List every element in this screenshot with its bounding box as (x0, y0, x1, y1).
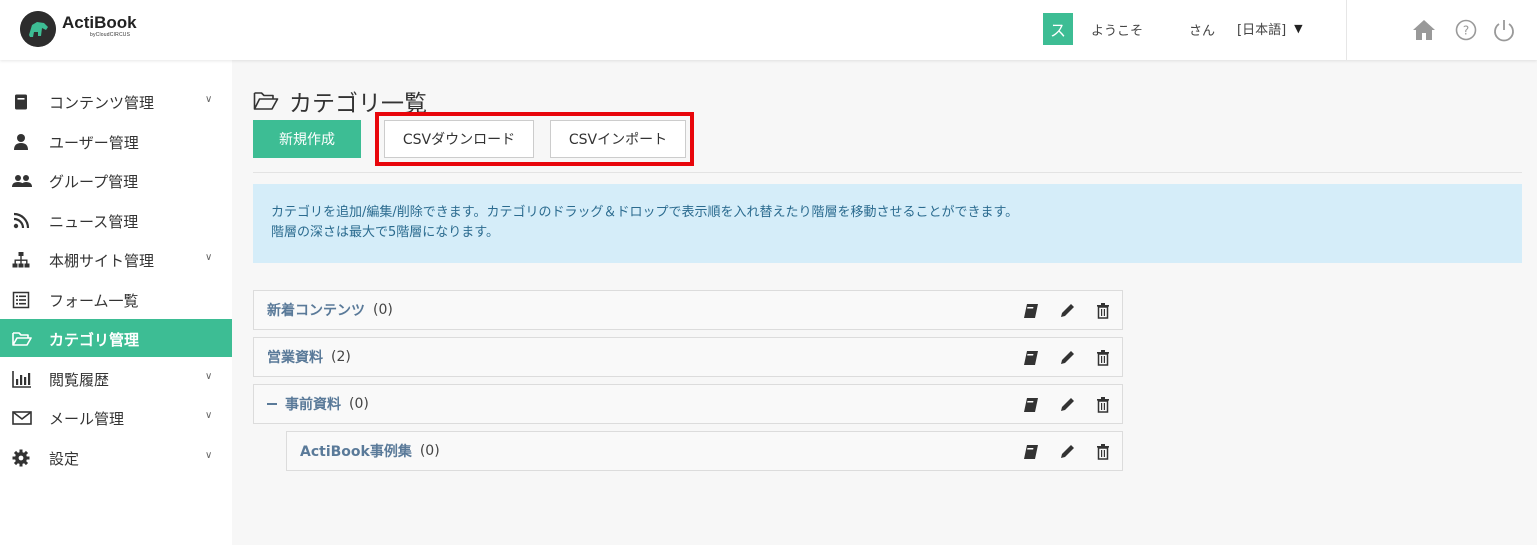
app-logo[interactable]: ActiBook byCloudCIRCUS (20, 11, 137, 47)
sidebar-item-settings[interactable]: 設定 ∨ (0, 438, 232, 476)
category-count: (0) (419, 443, 440, 459)
delete-icon[interactable] (1094, 302, 1112, 320)
app-subtitle: byCloudCIRCUS (90, 32, 131, 38)
divider (253, 172, 1522, 173)
sidebar-item-bookshelf-site[interactable]: 本棚サイト管理 ∨ (0, 240, 232, 278)
sidebar-item-label: 本棚サイト管理 (49, 252, 155, 270)
sidebar-item-label: コンテンツ管理 (49, 94, 155, 112)
sidebar-item-groups[interactable]: グループ管理 (0, 161, 232, 199)
sidebar-item-label: メール管理 (49, 410, 125, 428)
contents-icon[interactable] (1022, 443, 1040, 461)
sidebar-item-mail[interactable]: メール管理 ∨ (0, 398, 232, 436)
sidebar-item-label: グループ管理 (49, 173, 139, 191)
sidebar-item-view-history[interactable]: 閲覧履歴 ∨ (0, 359, 232, 397)
edit-icon[interactable] (1058, 443, 1076, 461)
chevron-down-icon: ∨ (205, 94, 213, 105)
sidebar-item-categories[interactable]: カテゴリ管理 (0, 319, 232, 357)
book-icon (12, 93, 30, 111)
collapse-icon[interactable] (267, 403, 277, 405)
sidebar-item-label: ニュース管理 (49, 213, 139, 231)
welcome-text: ようこそ (1091, 24, 1144, 39)
contents-icon[interactable] (1022, 349, 1040, 367)
chevron-down-icon: ∨ (205, 252, 213, 263)
language-label: [日本語] (1237, 23, 1287, 38)
help-icon[interactable]: ? (1453, 17, 1479, 43)
chevron-down-icon: ∨ (205, 450, 213, 461)
sidebar-item-news[interactable]: ニュース管理 (0, 201, 232, 239)
category-row[interactable]: 新着コンテンツ (0) (253, 290, 1123, 330)
chevron-down-icon: ∨ (205, 410, 213, 421)
contents-icon[interactable] (1022, 396, 1040, 414)
delete-icon[interactable] (1094, 443, 1112, 461)
sidebar-item-label: 設定 (49, 450, 80, 468)
gear-icon (12, 449, 30, 467)
category-row-child[interactable]: ActiBook事例集 (0) (286, 431, 1123, 471)
info-line: カテゴリを追加/編集/削除できます。カテゴリのドラッグ＆ドロップで表示順を入れ替… (271, 205, 1019, 220)
home-icon[interactable] (1411, 17, 1437, 43)
info-line: 階層の深さは最大で5階層になります。 (271, 225, 499, 240)
app-name: ActiBook (62, 13, 137, 32)
category-name[interactable]: 事前資料 (285, 394, 341, 414)
sidebar-item-users[interactable]: ユーザー管理 (0, 122, 232, 160)
language-selector[interactable]: [日本語] ▼ (1237, 19, 1303, 38)
category-name[interactable]: 新着コンテンツ (267, 300, 365, 320)
delete-icon[interactable] (1094, 396, 1112, 414)
delete-icon[interactable] (1094, 349, 1112, 367)
sidebar-item-label: フォーム一覧 (49, 292, 139, 310)
info-message: カテゴリを追加/編集/削除できます。カテゴリのドラッグ＆ドロップで表示順を入れ替… (253, 184, 1522, 263)
category-row[interactable]: 事前資料 (0) (253, 384, 1123, 424)
top-header: ActiBook byCloudCIRCUS ス ようこそ さん [日本語] ▼… (0, 0, 1537, 60)
form-icon (12, 291, 30, 309)
sidebar: コンテンツ管理 ∨ ユーザー管理 グループ管理 ニュース管理 本棚サイト管理 ∨… (0, 60, 232, 545)
edit-icon[interactable] (1058, 396, 1076, 414)
rss-icon (12, 212, 30, 230)
header-divider (1346, 0, 1347, 60)
edit-icon[interactable] (1058, 302, 1076, 320)
sidebar-item-label: カテゴリ管理 (49, 331, 140, 349)
folder-open-icon (12, 330, 32, 348)
bar-chart-icon (12, 370, 31, 388)
category-count: (0) (349, 396, 369, 412)
category-name[interactable]: 営業資料 (267, 347, 323, 367)
contents-icon[interactable] (1022, 302, 1040, 320)
svg-text:?: ? (1463, 24, 1469, 38)
category-row[interactable]: 営業資料 (2) (253, 337, 1123, 377)
sidebar-item-label: ユーザー管理 (49, 134, 139, 152)
sidebar-item-contents[interactable]: コンテンツ管理 ∨ (0, 82, 232, 120)
folder-open-icon (253, 92, 279, 110)
sidebar-item-label: 閲覧履歴 (49, 371, 110, 389)
edit-icon[interactable] (1058, 349, 1076, 367)
user-avatar[interactable]: ス (1043, 13, 1073, 45)
sitemap-icon (12, 251, 30, 269)
logo-mark-icon (20, 11, 56, 47)
sidebar-item-forms[interactable]: フォーム一覧 (0, 280, 232, 318)
create-button[interactable]: 新規作成 (253, 120, 361, 158)
user-icon (12, 133, 30, 151)
highlight-box (375, 112, 694, 166)
chevron-down-icon: ∨ (205, 371, 213, 382)
group-icon (12, 172, 32, 190)
category-name[interactable]: ActiBook事例集 (300, 441, 412, 461)
category-count: (0) (373, 302, 393, 318)
power-icon[interactable] (1491, 17, 1517, 43)
envelope-icon (12, 409, 32, 427)
user-honorific: さん (1189, 24, 1216, 39)
caret-down-icon: ▼ (1294, 22, 1303, 35)
category-count: (2) (331, 349, 351, 365)
